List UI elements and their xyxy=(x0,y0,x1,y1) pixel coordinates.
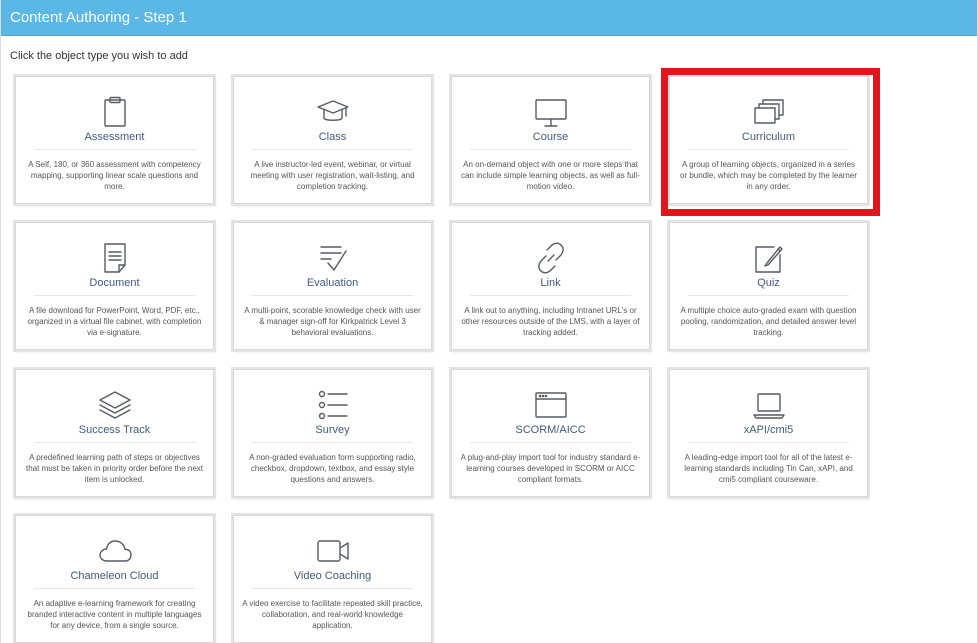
card-title: Curriculum xyxy=(741,131,796,143)
card-description: A multi-point, scorable knowledge check … xyxy=(244,306,421,337)
card-success-track[interactable]: Success Track A predefined learning path… xyxy=(15,369,214,497)
card-description: A plug-and-play import tool for industry… xyxy=(460,453,641,484)
card-document[interactable]: Document A file download for PowerPoint,… xyxy=(15,222,214,350)
card-class[interactable]: Class A live instructor-led event, webin… xyxy=(233,76,432,204)
cloud-icon xyxy=(98,534,132,568)
card-divider xyxy=(34,588,195,589)
graduation-cap-icon xyxy=(316,95,350,129)
card-assessment[interactable]: Assessment A Self, 180, or 360 assessmen… xyxy=(15,76,214,204)
card-description: An on-demand object with one or more ste… xyxy=(461,160,640,191)
card-divider xyxy=(688,149,849,150)
document-icon xyxy=(98,241,132,275)
card-divider xyxy=(688,295,849,296)
card-divider xyxy=(688,442,849,443)
video-camera-icon xyxy=(316,534,350,568)
clipboard-icon xyxy=(98,95,132,129)
card-video-coaching[interactable]: Video Coaching A video exercise to facil… xyxy=(233,515,432,643)
card-quiz[interactable]: Quiz A multiple choice auto-graded exam … xyxy=(669,222,868,350)
card-divider xyxy=(470,442,631,443)
laptop-icon xyxy=(752,388,786,422)
card-title: xAPI/cmi5 xyxy=(743,424,794,436)
browser-window-icon xyxy=(534,388,568,422)
card-survey[interactable]: Survey A non-graded evaluation form supp… xyxy=(233,369,432,497)
card-divider xyxy=(470,149,631,150)
card-description: A leading-edge import tool for all of th… xyxy=(684,453,853,484)
card-title: Document xyxy=(89,277,140,289)
card-title: Chameleon Cloud xyxy=(70,570,159,582)
card-title: SCORM/AICC xyxy=(515,424,586,436)
card-description: A video exercise to facilitate repeated … xyxy=(242,599,423,630)
card-description: A link out to anything, including Intran… xyxy=(461,306,640,337)
link-icon xyxy=(534,241,568,275)
card-xapi-cmi5[interactable]: xAPI/cmi5 A leading-edge import tool for… xyxy=(669,369,868,497)
card-scorm-aicc[interactable]: SCORM/AICC A plug-and-play import tool f… xyxy=(451,369,650,497)
card-divider xyxy=(252,588,413,589)
card-divider xyxy=(470,295,631,296)
stacked-pages-icon xyxy=(752,95,786,129)
edit-pencil-icon xyxy=(752,241,786,275)
card-description: An adaptive e-learning framework for cre… xyxy=(27,599,202,630)
layers-icon xyxy=(98,388,132,422)
card-chameleon-cloud[interactable]: Chameleon Cloud An adaptive e-learning f… xyxy=(15,515,214,643)
monitor-icon xyxy=(534,95,568,129)
window-title: Content Authoring - Step 1 xyxy=(1,0,977,36)
card-divider xyxy=(252,149,413,150)
card-divider xyxy=(34,149,195,150)
card-title: Course xyxy=(532,131,569,143)
card-divider xyxy=(252,442,413,443)
instruction-text: Click the object type you wish to add xyxy=(10,50,188,62)
card-title: Video Coaching xyxy=(293,570,372,582)
card-link[interactable]: Link A link out to anything, including I… xyxy=(451,222,650,350)
card-description: A live instructor-led event, webinar, or… xyxy=(250,160,415,191)
list-icon xyxy=(316,388,350,422)
card-description: A Self, 180, or 360 assessment with comp… xyxy=(28,160,201,191)
card-description: A file download for PowerPoint, Word, PD… xyxy=(27,306,202,337)
card-description: A group of learning objects, organized i… xyxy=(680,160,857,191)
card-course[interactable]: Course An on-demand object with one or m… xyxy=(451,76,650,204)
card-description: A non-graded evaluation form supporting … xyxy=(249,453,416,484)
card-description: A multiple choice auto-graded exam with … xyxy=(680,306,857,337)
card-curriculum[interactable]: Curriculum A group of learning objects, … xyxy=(669,76,868,204)
card-divider xyxy=(34,442,195,443)
card-title: Link xyxy=(540,277,561,289)
card-divider xyxy=(252,295,413,296)
card-title: Class xyxy=(318,131,347,143)
content-authoring-window: Content Authoring - Step 1 Click the obj… xyxy=(0,0,978,643)
checklist-icon xyxy=(316,241,350,275)
card-evaluation[interactable]: Evaluation A multi-point, scorable knowl… xyxy=(233,222,432,350)
card-description: A predefined learning path of steps or o… xyxy=(26,453,203,484)
card-title: Survey xyxy=(315,424,350,436)
card-title: Assessment xyxy=(84,131,145,143)
card-title: Success Track xyxy=(78,424,151,436)
card-divider xyxy=(34,295,195,296)
card-title: Quiz xyxy=(757,277,780,289)
card-title: Evaluation xyxy=(306,277,359,289)
